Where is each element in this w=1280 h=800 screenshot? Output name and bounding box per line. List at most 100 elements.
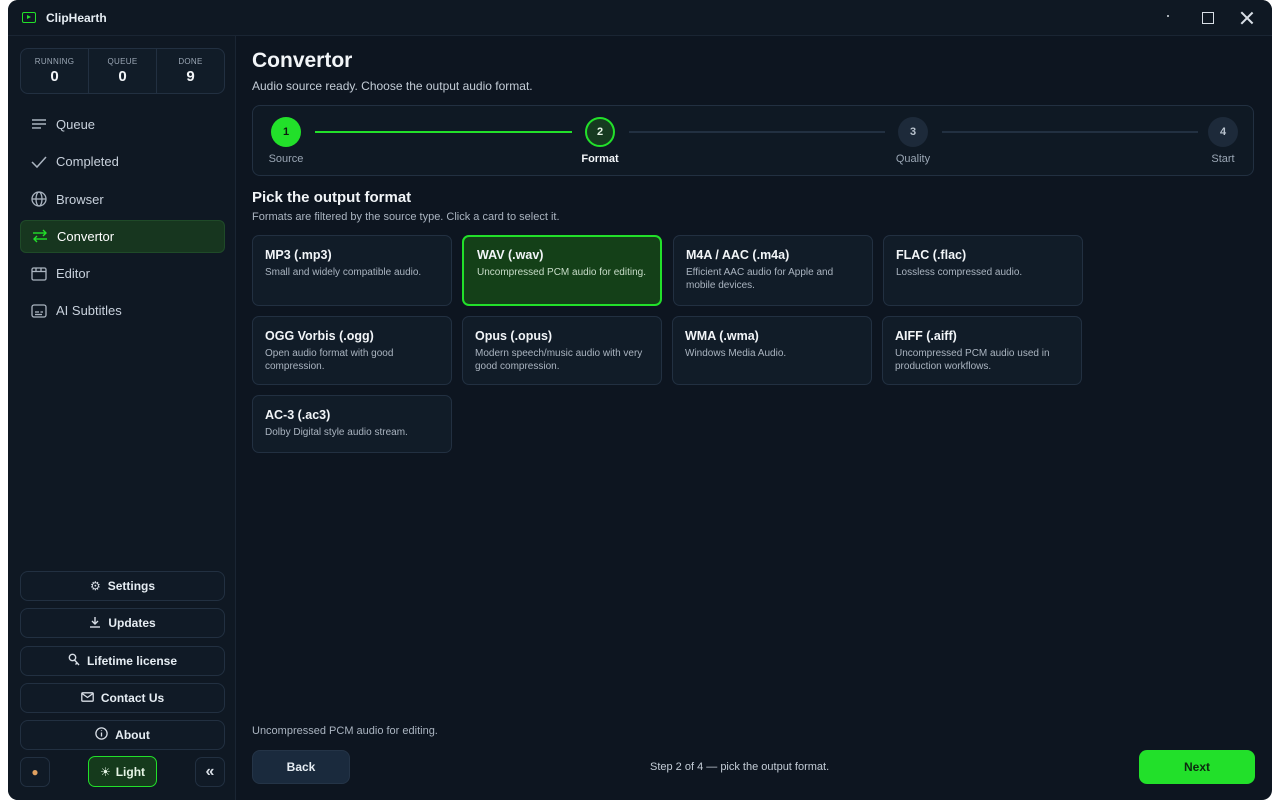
updates-button[interactable]: Updates bbox=[20, 608, 225, 639]
sidebar-item-editor[interactable]: Editor bbox=[20, 257, 225, 290]
format-card-opus[interactable]: Opus (.opus) Modern speech/music audio w… bbox=[462, 316, 662, 385]
step-format: 2 Format bbox=[570, 117, 630, 165]
step-label: Start bbox=[1211, 153, 1235, 165]
sidebar-item-label: AI Subtitles bbox=[56, 303, 122, 319]
license-label: Lifetime license bbox=[86, 653, 178, 668]
stat-running: RUNNING 0 bbox=[21, 49, 89, 93]
info-icon bbox=[95, 727, 108, 743]
selected-format-note: Uncompressed PCM audio for editing. bbox=[252, 725, 438, 737]
format-description: Small and widely compatible audio. bbox=[265, 267, 422, 278]
settings-label: Settings bbox=[107, 579, 156, 593]
minimize-icon[interactable] bbox=[1162, 11, 1176, 25]
format-card-ogg[interactable]: OGG Vorbis (.ogg) Open audio format with… bbox=[252, 316, 452, 385]
format-card-mp3[interactable]: MP3 (.mp3) Small and widely compatible a… bbox=[252, 235, 452, 306]
close-icon[interactable] bbox=[1240, 11, 1254, 25]
sidebar-item-label: Convertor bbox=[57, 228, 115, 244]
stat-queue: QUEUE 0 bbox=[89, 49, 157, 93]
format-card-wma[interactable]: WMA (.wma) Windows Media Audio. bbox=[672, 316, 872, 385]
format-card-ac3[interactable]: AC-3 (.ac3) Dolby Digital style audio st… bbox=[252, 395, 452, 453]
title-bar: ClipHearth bbox=[8, 0, 1272, 36]
format-description: Uncompressed PCM audio for editing. bbox=[477, 267, 646, 278]
format-card-m4a[interactable]: M4A / AAC (.m4a) Efficient AAC audio for… bbox=[673, 235, 873, 306]
format-title: AIFF (.aiff) bbox=[895, 329, 957, 343]
step-label: Source bbox=[268, 153, 304, 165]
sidebar-item-completed[interactable]: Completed bbox=[20, 145, 225, 178]
format-description: Modern speech/music audio with very good… bbox=[475, 348, 643, 372]
subtitles-icon bbox=[30, 302, 48, 320]
swap-arrows-icon bbox=[31, 227, 49, 245]
sidebar-nav: Queue Completed Browser Convertor Editor… bbox=[20, 108, 225, 332]
theme-toggle-label: Light bbox=[115, 764, 146, 779]
stat-done: DONE 9 bbox=[157, 49, 224, 93]
section-title: Pick the output format bbox=[252, 189, 412, 206]
gear-icon: ⚙ bbox=[89, 579, 101, 593]
page-title: Convertor bbox=[252, 49, 353, 72]
updates-label: Updates bbox=[108, 616, 156, 631]
stat-value: 0 bbox=[50, 68, 59, 85]
stat-label: RUNNING bbox=[34, 57, 75, 66]
section-subtitle: Formats are filtered by the source type.… bbox=[252, 211, 560, 223]
sidebar-item-label: Editor bbox=[56, 266, 90, 282]
sidebar-item-ai-subtitles[interactable]: AI Subtitles bbox=[20, 294, 225, 327]
sidebar-item-label: Browser bbox=[56, 191, 104, 207]
lifetime-license-button[interactable]: Lifetime license bbox=[20, 645, 225, 676]
step-number: 2 bbox=[585, 117, 615, 147]
sidebar-item-queue[interactable]: Queue bbox=[20, 108, 225, 141]
step-source: 1 Source bbox=[256, 117, 316, 165]
format-description: Windows Media Audio. bbox=[685, 348, 787, 359]
step-start: 4 Start bbox=[1193, 117, 1253, 165]
step-status: Step 2 of 4 — pick the output format. bbox=[650, 761, 830, 773]
about-button[interactable]: About bbox=[20, 720, 225, 751]
film-icon bbox=[30, 265, 48, 283]
mail-icon bbox=[80, 691, 94, 705]
format-description: Efficient AAC audio for Apple and mobile… bbox=[686, 267, 834, 291]
collapse-sidebar-button[interactable]: « bbox=[195, 757, 225, 787]
theme-toggle-button[interactable]: ☀ Light bbox=[88, 756, 157, 787]
contact-label: Contact Us bbox=[100, 690, 165, 705]
app-window: ClipHearth RUNNING 0 QUEUE 0 DONE 9 Queu… bbox=[8, 0, 1272, 800]
format-card-wav[interactable]: WAV (.wav) Uncompressed PCM audio for ed… bbox=[462, 235, 662, 306]
next-button[interactable]: Next bbox=[1139, 750, 1255, 784]
sidebar: RUNNING 0 QUEUE 0 DONE 9 Queue Completed… bbox=[8, 36, 236, 800]
step-connector bbox=[315, 131, 572, 133]
window-controls bbox=[1162, 0, 1254, 36]
chevrons-left-icon: « bbox=[205, 763, 215, 780]
maximize-icon[interactable] bbox=[1202, 12, 1214, 24]
stepper: 1 Source 2 Format 3 Quality 4 Start bbox=[252, 105, 1254, 176]
step-connector bbox=[629, 131, 885, 133]
sidebar-item-convertor[interactable]: Convertor bbox=[20, 219, 225, 253]
main-content: Convertor Audio source ready. Choose the… bbox=[236, 36, 1272, 800]
sidebar-actions: ⚙ Settings Updates Lifetime license Cont… bbox=[20, 571, 225, 757]
format-title: WAV (.wav) bbox=[477, 248, 544, 262]
format-card-flac[interactable]: FLAC (.flac) Lossless compressed audio. bbox=[883, 235, 1083, 306]
step-connector bbox=[942, 131, 1198, 133]
globe-icon bbox=[30, 190, 48, 208]
format-card-aiff[interactable]: AIFF (.aiff) Uncompressed PCM audio used… bbox=[882, 316, 1082, 385]
step-label: Format bbox=[581, 153, 619, 165]
cookie-icon: ● bbox=[31, 765, 39, 779]
stat-label: QUEUE bbox=[107, 57, 138, 66]
stat-value: 0 bbox=[118, 68, 127, 85]
contact-us-button[interactable]: Contact Us bbox=[20, 682, 225, 713]
format-description: Open audio format with good compression. bbox=[265, 348, 394, 372]
download-icon bbox=[89, 616, 101, 631]
step-number: 1 bbox=[271, 117, 301, 147]
settings-button[interactable]: ⚙ Settings bbox=[20, 571, 225, 601]
format-title: OGG Vorbis (.ogg) bbox=[265, 329, 374, 343]
about-label: About bbox=[115, 728, 150, 743]
app-title: ClipHearth bbox=[46, 10, 107, 25]
sun-icon: ☀ bbox=[99, 764, 111, 779]
step-number: 4 bbox=[1208, 117, 1238, 147]
stat-label: DONE bbox=[178, 57, 203, 66]
format-title: M4A / AAC (.m4a) bbox=[686, 248, 790, 262]
sidebar-item-label: Completed bbox=[56, 154, 119, 170]
key-icon bbox=[68, 653, 80, 669]
back-button[interactable]: Back bbox=[252, 750, 350, 784]
list-icon bbox=[30, 116, 48, 134]
cookie-button[interactable]: ● bbox=[20, 757, 50, 787]
sidebar-item-browser[interactable]: Browser bbox=[20, 183, 225, 216]
page-subtitle: Audio source ready. Choose the output au… bbox=[252, 79, 533, 93]
format-title: FLAC (.flac) bbox=[896, 248, 967, 262]
step-number: 3 bbox=[898, 117, 928, 147]
sidebar-item-label: Queue bbox=[56, 117, 96, 132]
